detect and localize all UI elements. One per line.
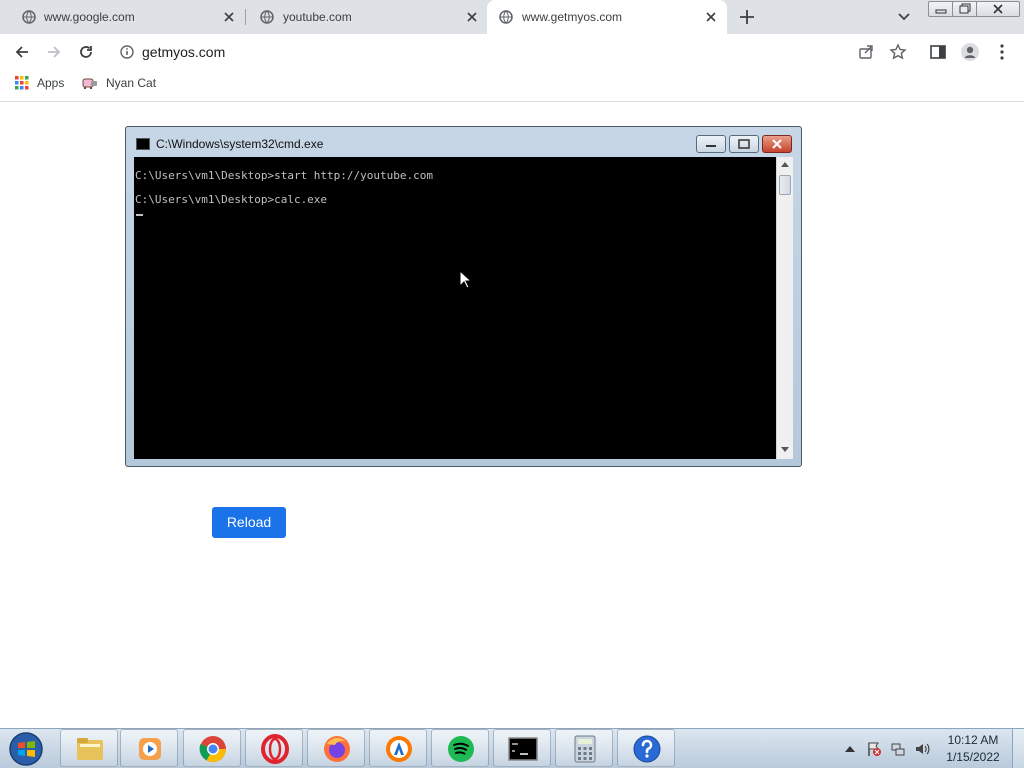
restore-button[interactable]	[952, 1, 978, 17]
taskbar-chrome[interactable]	[183, 729, 241, 767]
bookmark-apps[interactable]: Apps	[15, 76, 64, 90]
scroll-down-arrow-icon[interactable]	[781, 447, 789, 453]
console-line: C:\Users\vm1\Desktop>start http://youtub…	[135, 169, 434, 182]
volume-icon[interactable]	[914, 741, 930, 757]
back-arrow-icon[interactable]	[13, 43, 31, 61]
media-player-icon	[139, 738, 161, 760]
reload-icon[interactable]	[77, 43, 95, 61]
new-tab-plus-icon[interactable]	[738, 8, 756, 26]
globe-icon	[260, 10, 274, 24]
folder-icon	[77, 738, 103, 760]
command-prompt-icon	[508, 737, 538, 761]
scroll-up-arrow-icon[interactable]	[781, 161, 789, 167]
firefox-icon	[324, 736, 350, 762]
address-bar[interactable]	[110, 39, 914, 66]
taskbar-firefox[interactable]	[307, 729, 365, 767]
network-icon[interactable]	[890, 741, 906, 757]
close-icon[interactable]	[221, 9, 237, 25]
forward-arrow-icon[interactable]	[45, 43, 63, 61]
globe-icon	[22, 10, 36, 24]
chevron-down-icon[interactable]	[896, 10, 912, 24]
tab-google[interactable]: www.google.com	[0, 0, 245, 34]
minimize-icon	[706, 145, 716, 147]
taskbar-media-player[interactable]	[120, 729, 178, 767]
share-icon[interactable]	[857, 43, 875, 61]
clock-time[interactable]: 10:12 AM	[938, 733, 1008, 747]
console-scrollbar[interactable]	[776, 157, 793, 459]
taskbar-cmd[interactable]	[493, 729, 551, 767]
cmd-window-title: C:\Windows\system32\cmd.exe	[156, 137, 324, 151]
calculator-icon	[574, 735, 596, 763]
bookmark-label: Apps	[37, 76, 65, 90]
kebab-menu-icon[interactable]	[994, 43, 1010, 61]
console-output[interactable]: C:\Users\vm1\Desktop>start http://youtub…	[134, 157, 776, 459]
tab-title: www.google.com	[44, 10, 135, 24]
tab-youtube[interactable]: youtube.com	[246, 0, 486, 34]
avast-icon	[386, 736, 412, 762]
chrome-icon	[199, 736, 227, 763]
show-desktop-button[interactable]	[1012, 729, 1024, 768]
cmd-maximize-button[interactable]	[729, 135, 759, 153]
close-icon[interactable]	[464, 9, 480, 25]
taskbar-avast[interactable]	[369, 729, 427, 767]
taskbar-opera[interactable]	[245, 729, 303, 767]
scrollbar-thumb[interactable]	[779, 175, 791, 195]
restore-icon	[959, 3, 971, 14]
show-hidden-icons-arrow[interactable]	[844, 744, 856, 754]
taskbar-help[interactable]	[617, 729, 675, 767]
spotify-icon	[448, 736, 474, 762]
globe-icon	[499, 10, 513, 24]
apps-grid-icon	[15, 76, 29, 90]
clock-date[interactable]: 1/15/2022	[938, 750, 1008, 764]
minimize-icon	[935, 9, 947, 14]
reload-button[interactable]: Reload	[212, 507, 286, 538]
close-window-button[interactable]	[976, 1, 1020, 17]
opera-icon	[261, 734, 289, 764]
address-text[interactable]: getmyos.com	[142, 44, 225, 60]
close-icon[interactable]	[703, 9, 719, 25]
tab-getmyos[interactable]: www.getmyos.com	[487, 0, 727, 34]
close-icon	[772, 139, 782, 149]
maximize-icon	[738, 139, 750, 149]
tab-title: www.getmyos.com	[522, 10, 623, 24]
console-line: C:\Users\vm1\Desktop>calc.exe	[135, 193, 328, 206]
bookmark-nyan-cat[interactable]: Nyan Cat	[82, 76, 156, 90]
side-panel-icon[interactable]	[929, 43, 947, 61]
start-orb-icon[interactable]	[6, 731, 46, 767]
taskbar-file-explorer[interactable]	[60, 729, 118, 767]
cmd-window[interactable]: C:\Windows\system32\cmd.exe C:\Users\vm1…	[125, 126, 802, 467]
star-bookmark-icon[interactable]	[889, 43, 907, 61]
cmd-minimize-button[interactable]	[696, 135, 726, 153]
help-icon	[633, 735, 661, 763]
bookmark-label: Nyan Cat	[106, 76, 157, 90]
taskbar-spotify[interactable]	[431, 729, 489, 767]
taskbar-calculator[interactable]	[555, 729, 613, 767]
cmd-app-icon	[136, 138, 150, 150]
profile-avatar-icon[interactable]	[960, 42, 980, 62]
mouse-pointer-icon	[459, 270, 473, 289]
action-center-flag-icon[interactable]	[866, 741, 882, 757]
tab-title: youtube.com	[283, 10, 352, 24]
site-info-icon[interactable]	[120, 45, 134, 59]
close-icon	[993, 4, 1003, 14]
cmd-close-button[interactable]	[762, 135, 792, 153]
nyan-cat-icon	[82, 78, 97, 89]
minimize-button[interactable]	[928, 1, 954, 17]
console-cursor	[136, 214, 143, 216]
